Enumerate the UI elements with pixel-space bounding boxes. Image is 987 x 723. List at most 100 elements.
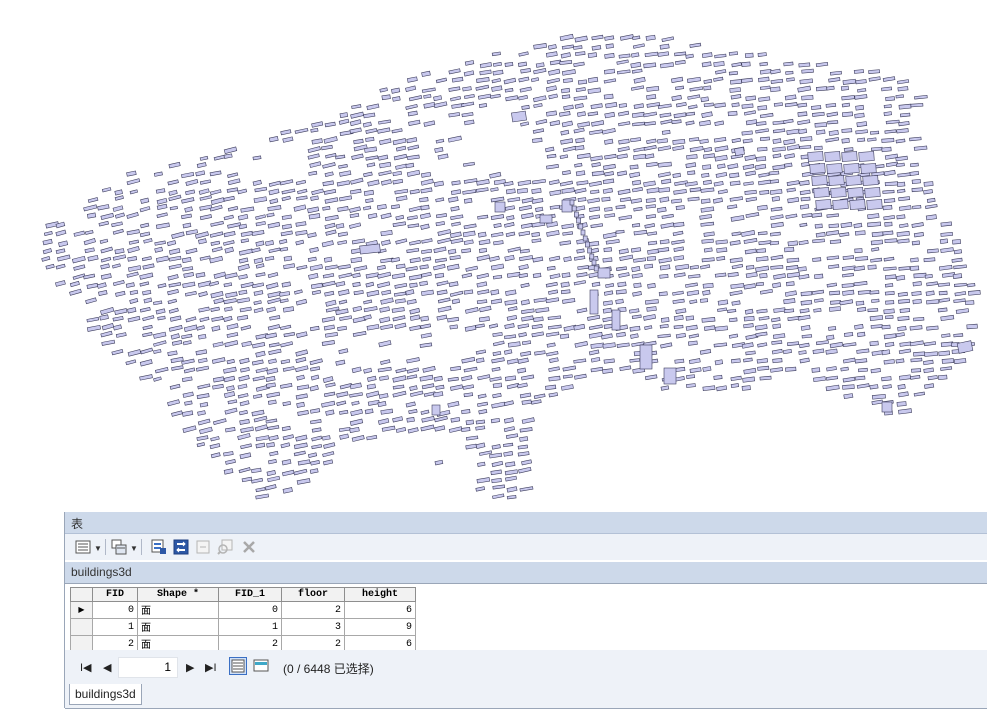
record-number-input[interactable]: 1 bbox=[118, 657, 178, 678]
table-options-dropdown-icon[interactable]: ▼ bbox=[94, 544, 102, 553]
current-row-indicator-icon[interactable]: ▶ bbox=[70, 601, 93, 619]
building-footprint bbox=[322, 459, 334, 466]
show-selected-records-icon[interactable] bbox=[252, 657, 270, 675]
building-footprint bbox=[43, 231, 53, 236]
zoom-to-selected-icon[interactable] bbox=[217, 539, 233, 555]
building-footprint bbox=[268, 459, 277, 465]
map-canvas[interactable] bbox=[0, 0, 987, 510]
building-footprint bbox=[168, 325, 183, 332]
building-footprint bbox=[629, 358, 641, 363]
table-tab-bar: buildings3d bbox=[65, 684, 987, 709]
building-footprint bbox=[646, 102, 661, 108]
building-footprint bbox=[279, 291, 291, 297]
column-header-height[interactable]: height bbox=[344, 587, 416, 602]
building-footprint bbox=[477, 289, 490, 295]
building-footprint bbox=[407, 144, 420, 151]
building-footprint bbox=[786, 77, 795, 82]
building-footprint bbox=[406, 417, 415, 423]
building-footprint bbox=[925, 214, 937, 221]
clear-selection-icon[interactable] bbox=[195, 539, 211, 555]
table-row[interactable]: ▶ 0 面 0 2 6 bbox=[70, 601, 416, 619]
switch-selection-icon[interactable] bbox=[173, 539, 189, 555]
building-footprint bbox=[671, 198, 682, 204]
building-footprint bbox=[251, 467, 262, 474]
building-footprint bbox=[799, 145, 812, 150]
building-footprint bbox=[588, 331, 603, 339]
column-header-floor[interactable]: floor bbox=[281, 587, 345, 602]
table-options-icon[interactable] bbox=[75, 539, 91, 555]
building-footprint bbox=[896, 401, 907, 407]
tab-buildings3d[interactable]: buildings3d bbox=[69, 684, 142, 705]
building-footprint bbox=[855, 104, 865, 111]
row-selector[interactable] bbox=[70, 618, 93, 636]
building-footprint bbox=[69, 280, 80, 288]
building-footprint bbox=[841, 138, 850, 144]
building-footprint bbox=[675, 263, 690, 271]
building-footprint bbox=[951, 257, 963, 263]
table-title-bar[interactable]: 表 bbox=[65, 512, 987, 534]
column-header-fid-1[interactable]: FID_1 bbox=[218, 587, 282, 602]
building-footprint bbox=[223, 391, 236, 399]
building-footprint bbox=[578, 223, 584, 230]
building-footprint bbox=[881, 376, 892, 382]
building-footprint bbox=[55, 248, 66, 255]
cell-height[interactable]: 9 bbox=[344, 618, 416, 636]
cell-fid-1[interactable]: 0 bbox=[218, 601, 282, 619]
cell-height[interactable]: 6 bbox=[344, 601, 416, 619]
last-record-icon[interactable]: ▶I bbox=[205, 661, 217, 674]
cell-floor[interactable]: 3 bbox=[281, 618, 345, 636]
building-footprint bbox=[826, 366, 837, 372]
row-selector-header[interactable] bbox=[70, 587, 93, 602]
building-footprint bbox=[475, 84, 490, 91]
cell-fid-1[interactable]: 1 bbox=[218, 618, 282, 636]
building-footprint bbox=[351, 104, 362, 110]
building-footprint bbox=[546, 265, 556, 271]
building-footprint bbox=[727, 163, 739, 170]
building-footprint bbox=[645, 299, 659, 305]
select-by-attributes-icon[interactable] bbox=[151, 539, 167, 555]
column-header-fid[interactable]: FID bbox=[92, 587, 138, 602]
building-footprint bbox=[100, 263, 110, 270]
building-footprint bbox=[448, 86, 461, 92]
building-footprint bbox=[569, 199, 575, 206]
cell-fid[interactable]: 1 bbox=[92, 618, 138, 636]
building-footprint bbox=[797, 111, 808, 117]
building-footprint bbox=[492, 62, 502, 67]
cell-shape[interactable]: 面 bbox=[137, 618, 219, 636]
building-footprint bbox=[643, 145, 657, 151]
cell-shape[interactable]: 面 bbox=[137, 601, 219, 619]
building-footprint bbox=[293, 442, 308, 450]
building-footprint bbox=[520, 351, 532, 357]
building-footprint bbox=[365, 136, 375, 142]
related-tables-icon[interactable] bbox=[111, 539, 127, 555]
attribute-grid[interactable]: FID Shape * FID_1 floor height ▶ 0 面 0 2… bbox=[65, 583, 987, 653]
related-tables-dropdown-icon[interactable]: ▼ bbox=[130, 544, 138, 553]
building-footprint bbox=[881, 349, 891, 356]
building-footprint bbox=[571, 205, 577, 212]
next-record-icon[interactable]: ▶ bbox=[186, 661, 194, 674]
building-footprint bbox=[281, 281, 291, 288]
cell-floor[interactable]: 2 bbox=[281, 601, 345, 619]
cell-fid[interactable]: 0 bbox=[92, 601, 138, 619]
building-footprint bbox=[322, 435, 331, 441]
building-footprint bbox=[856, 383, 870, 389]
building-footprint bbox=[786, 272, 801, 278]
building-footprint bbox=[295, 349, 309, 357]
building-footprint bbox=[280, 442, 291, 449]
building-footprint bbox=[535, 62, 545, 68]
building-footprint bbox=[632, 291, 642, 297]
building-footprint bbox=[898, 298, 910, 304]
building-footprint bbox=[310, 282, 323, 290]
table-row[interactable]: 1 面 1 3 9 bbox=[70, 618, 416, 636]
show-all-records-icon[interactable] bbox=[229, 657, 247, 675]
building-footprint bbox=[743, 323, 754, 329]
previous-record-icon[interactable]: ◀ bbox=[103, 661, 111, 674]
building-footprint bbox=[167, 274, 179, 281]
building-footprint bbox=[199, 179, 212, 185]
building-footprint bbox=[423, 101, 436, 109]
column-header-shape[interactable]: Shape * bbox=[137, 587, 219, 602]
first-record-icon[interactable]: I◀ bbox=[80, 661, 92, 674]
building-footprint bbox=[279, 179, 294, 186]
delete-selected-icon[interactable] bbox=[241, 539, 257, 555]
building-footprint bbox=[310, 419, 322, 425]
